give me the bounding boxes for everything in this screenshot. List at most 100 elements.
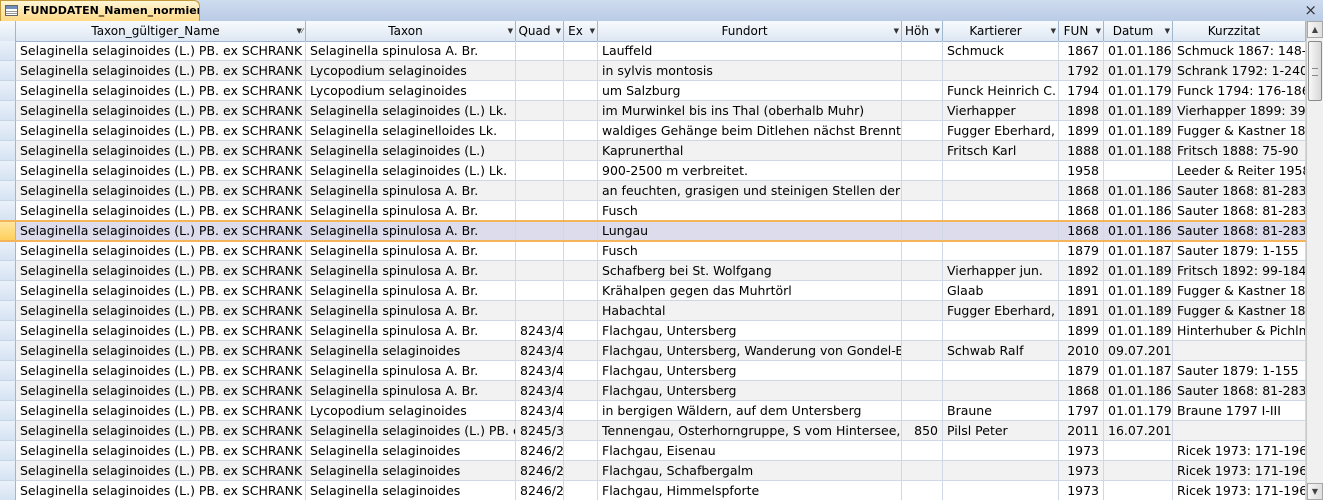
cell-datum[interactable]: 01.01.1868 (1104, 181, 1173, 201)
cell-hoehe[interactable] (902, 321, 943, 341)
cell-fundjahr[interactable]: 1879 (1059, 241, 1104, 261)
cell-datum[interactable] (1104, 441, 1173, 461)
row-selector[interactable] (0, 141, 16, 161)
cell-taxon[interactable]: Selaginella selaginoides (L.) Lk. (306, 161, 516, 181)
cell-ex[interactable] (564, 401, 598, 421)
cell-kartierer[interactable] (943, 461, 1059, 481)
cell-datum[interactable]: 01.01.1898 (1104, 101, 1173, 121)
cell-fundort[interactable]: Flachgau, Untersberg (598, 381, 902, 401)
cell-ex[interactable] (564, 241, 598, 261)
cell-taxon-gueltiger-name[interactable]: Selaginella selaginoides (L.) PB. ex SCH… (16, 381, 306, 401)
cell-datum[interactable]: 01.01.1899 (1104, 321, 1173, 341)
cell-quad[interactable] (516, 101, 564, 121)
cell-quad[interactable]: 8245/3 (516, 421, 564, 441)
cell-datum[interactable]: 01.01.1868 (1104, 221, 1173, 241)
scrollbar-thumb[interactable] (1308, 41, 1322, 101)
cell-taxon[interactable]: Selaginella spinulosa A. Br. (306, 221, 516, 241)
cell-ex[interactable] (564, 321, 598, 341)
table-row[interactable]: Selaginella selaginoides (L.) PB. ex SCH… (0, 321, 1306, 341)
cell-hoehe[interactable] (902, 101, 943, 121)
cell-datum[interactable] (1104, 461, 1173, 481)
cell-kurzzitat[interactable]: Braune 1797 I-III (1173, 401, 1306, 421)
cell-datum[interactable]: 01.01.1891 (1104, 301, 1173, 321)
cell-taxon-gueltiger-name[interactable]: Selaginella selaginoides (L.) PB. ex SCH… (16, 221, 306, 241)
cell-datum[interactable]: 09.07.2010 (1104, 341, 1173, 361)
scroll-up-button[interactable]: ▲ (1307, 21, 1323, 38)
cell-fundort[interactable]: Flachgau, Himmelspforte (598, 481, 902, 500)
row-selector[interactable] (0, 341, 16, 361)
cell-ex[interactable] (564, 421, 598, 441)
table-row[interactable]: Selaginella selaginoides (L.) PB. ex SCH… (0, 481, 1306, 500)
cell-datum[interactable]: 01.01.1868 (1104, 381, 1173, 401)
cell-taxon-gueltiger-name[interactable]: Selaginella selaginoides (L.) PB. ex SCH… (16, 201, 306, 221)
table-row[interactable]: Selaginella selaginoides (L.) PB. ex SCH… (0, 381, 1306, 401)
cell-taxon-gueltiger-name[interactable]: Selaginella selaginoides (L.) PB. ex SCH… (16, 441, 306, 461)
table-row[interactable]: Selaginella selaginoides (L.) PB. ex SCH… (0, 301, 1306, 321)
table-row[interactable]: Selaginella selaginoides (L.) PB. ex SCH… (0, 341, 1306, 361)
cell-fundort[interactable]: Flachgau, Schafbergalm (598, 461, 902, 481)
cell-quad[interactable]: 8243/4 (516, 321, 564, 341)
cell-ex[interactable] (564, 41, 598, 61)
cell-quad[interactable] (516, 261, 564, 281)
cell-ex[interactable] (564, 301, 598, 321)
table-row[interactable]: Selaginella selaginoides (L.) PB. ex SCH… (0, 81, 1306, 101)
cell-ex[interactable] (564, 161, 598, 181)
cell-quad[interactable] (516, 161, 564, 181)
cell-fundort[interactable]: Lauffeld (598, 41, 902, 61)
cell-hoehe[interactable] (902, 441, 943, 461)
cell-hoehe[interactable] (902, 201, 943, 221)
cell-taxon-gueltiger-name[interactable]: Selaginella selaginoides (L.) PB. ex SCH… (16, 41, 306, 61)
sort-dropdown-icon[interactable]: ▼ (935, 21, 940, 41)
sort-dropdown-icon[interactable]: ▼ (556, 21, 561, 41)
cell-hoehe[interactable] (902, 41, 943, 61)
cell-fundjahr[interactable]: 1867 (1059, 41, 1104, 61)
cell-kurzzitat[interactable]: Sauter 1879: 1-155 (1173, 361, 1306, 381)
cell-hoehe[interactable] (902, 81, 943, 101)
cell-kurzzitat[interactable]: Sauter 1868: 81-283 (1173, 181, 1306, 201)
cell-kurzzitat[interactable]: Leeder & Reiter 1958: 1 (1173, 161, 1306, 181)
row-selector[interactable] (0, 101, 16, 121)
cell-fundort[interactable]: Kaprunerthal (598, 141, 902, 161)
cell-fundort[interactable]: Tennengau, Osterhorngruppe, S vom Hinter… (598, 421, 902, 441)
cell-taxon[interactable]: Lycopodium selaginoides (306, 81, 516, 101)
cell-hoehe[interactable] (902, 141, 943, 161)
cell-hoehe[interactable] (902, 241, 943, 261)
cell-ex[interactable] (564, 181, 598, 201)
row-selector[interactable] (0, 381, 16, 401)
cell-quad[interactable] (516, 41, 564, 61)
cell-kurzzitat[interactable]: Fugger & Kastner 1891 (1173, 301, 1306, 321)
cell-fundort[interactable]: Fusch (598, 201, 902, 221)
cell-hoehe[interactable] (902, 481, 943, 500)
cell-taxon[interactable]: Selaginella spinulosa A. Br. (306, 301, 516, 321)
cell-kartierer[interactable]: Funck Heinrich C. (943, 81, 1059, 101)
cell-datum[interactable]: 01.01.1867 (1104, 41, 1173, 61)
cell-hoehe[interactable] (902, 341, 943, 361)
cell-kartierer[interactable]: Schmuck (943, 41, 1059, 61)
table-row[interactable]: Selaginella selaginoides (L.) PB. ex SCH… (0, 261, 1306, 281)
cell-ex[interactable] (564, 101, 598, 121)
cell-datum[interactable]: 01.01.1891 (1104, 281, 1173, 301)
cell-quad[interactable] (516, 301, 564, 321)
cell-ex[interactable] (564, 201, 598, 221)
cell-kurzzitat[interactable]: Schrank 1792: 1-240 (1173, 61, 1306, 81)
row-selector[interactable] (0, 181, 16, 201)
row-selector[interactable] (0, 161, 16, 181)
cell-quad[interactable]: 8243/4( (516, 401, 564, 421)
cell-kurzzitat[interactable]: Hinterhuber & Pichlma (1173, 321, 1306, 341)
cell-kartierer[interactable]: Fugger Eberhard, I (943, 301, 1059, 321)
cell-quad[interactable] (516, 241, 564, 261)
cell-fundort[interactable]: Flachgau, Untersberg (598, 361, 902, 381)
cell-taxon[interactable]: Selaginella spinulosa A. Br. (306, 361, 516, 381)
cell-quad[interactable] (516, 281, 564, 301)
cell-taxon-gueltiger-name[interactable]: Selaginella selaginoides (L.) PB. ex SCH… (16, 161, 306, 181)
cell-fundjahr[interactable]: 1868 (1059, 221, 1104, 241)
cell-fundort[interactable]: Habachtal (598, 301, 902, 321)
cell-fundort[interactable]: Flachgau, Eisenau (598, 441, 902, 461)
cell-kartierer[interactable] (943, 441, 1059, 461)
table-row[interactable]: Selaginella selaginoides (L.) PB. ex SCH… (0, 141, 1306, 161)
row-selector[interactable] (0, 241, 16, 261)
cell-kartierer[interactable]: Pilsl Peter (943, 421, 1059, 441)
cell-kurzzitat[interactable]: Sauter 1868: 81-283 (1173, 381, 1306, 401)
cell-taxon[interactable]: Selaginella spinulosa A. Br. (306, 381, 516, 401)
column-header-ex[interactable]: Ex ▼ (564, 21, 598, 41)
